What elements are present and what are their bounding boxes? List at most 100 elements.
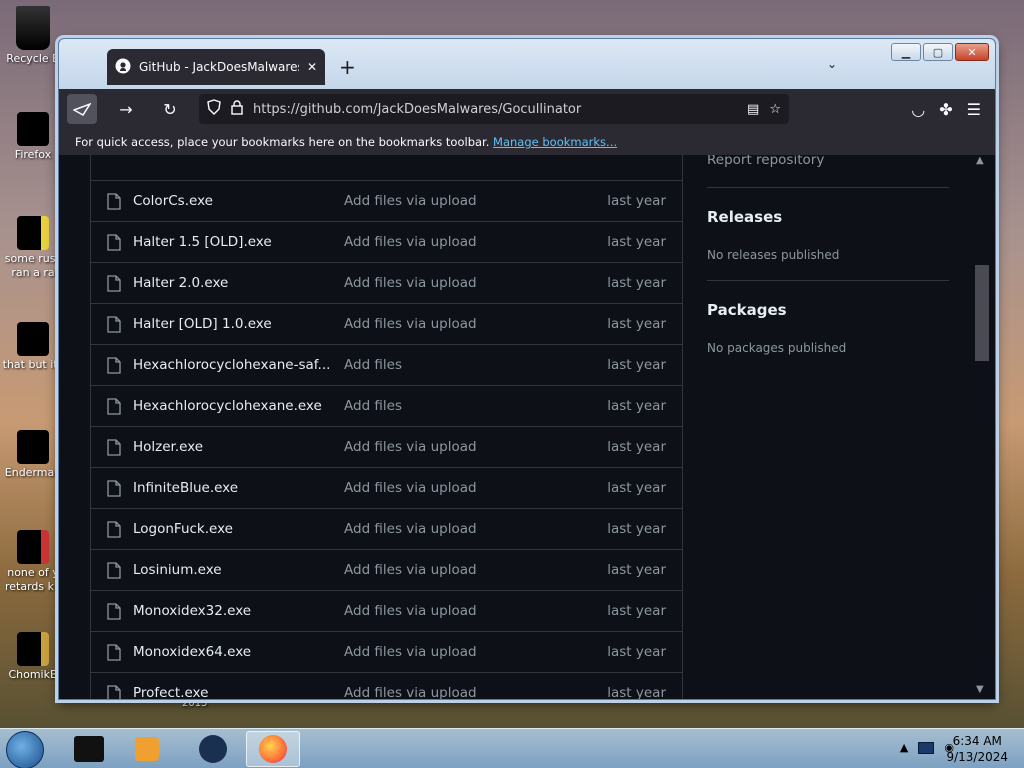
pocket-icon[interactable]: ◡: [911, 100, 925, 119]
start-button[interactable]: [6, 731, 44, 768]
taskbar-app-3[interactable]: [186, 731, 240, 767]
file-name-link[interactable]: Halter 2.0.exe: [133, 275, 344, 291]
table-row[interactable]: InfiniteBlue.exe Add files via upload last…: [91, 468, 682, 509]
bookmark-star-icon[interactable]: ☆: [769, 102, 781, 117]
commit-message-link[interactable]: Add files via upload: [344, 316, 607, 332]
url-text[interactable]: https://github.com/JackDoesMalwares/Gocu…: [253, 102, 737, 117]
packages-heading[interactable]: Packages: [707, 301, 949, 319]
file-name-link[interactable]: LogonFuck.exe: [133, 521, 344, 537]
file-icon: [107, 479, 121, 497]
commit-message-link[interactable]: Add files: [344, 398, 607, 414]
table-row[interactable]: LogonFuck.exe Add files via upload last ye…: [91, 509, 682, 550]
manage-bookmarks-link[interactable]: Manage bookmarks...: [493, 135, 617, 149]
commit-date: last year: [607, 644, 666, 660]
maximize-button[interactable]: ▢: [923, 43, 953, 61]
file-name-link[interactable]: Profect.exe: [133, 685, 344, 699]
table-row[interactable]: Holzer.exe Add files via upload last year: [91, 427, 682, 468]
desktop-icon-firefox[interactable]: Firefox: [0, 112, 66, 162]
firefox-icon: [259, 735, 287, 763]
file-name-link[interactable]: Monoxidex64.exe: [133, 644, 344, 660]
file-icon: [107, 684, 121, 699]
table-row[interactable]: ColorCs.exe Add files via upload last year: [91, 181, 682, 222]
file-name-link[interactable]: Holzer.exe: [133, 439, 344, 455]
file-name-link[interactable]: Halter [OLD] 1.0.exe: [133, 316, 344, 332]
desktop-icon-label: Recycle B: [6, 52, 60, 65]
github-icon: [115, 58, 131, 77]
clock[interactable]: 6:34 AM 9/13/2024: [946, 733, 1008, 765]
reload-button[interactable]: ↻: [155, 94, 185, 124]
report-repository-link[interactable]: Report repository: [707, 155, 949, 187]
table-row[interactable]: Halter 1.5 [OLD].exe Add files via upload…: [91, 222, 682, 263]
desktop-icon-label: that but its: [2, 358, 64, 371]
tab-github[interactable]: GitHub - JackDoesMalwares/Go ✕: [107, 49, 325, 85]
close-tab-icon[interactable]: ✕: [307, 60, 317, 74]
shield-icon[interactable]: [207, 99, 221, 119]
table-row[interactable]: Halter 2.0.exe Add files via upload last y…: [91, 263, 682, 304]
commit-message-link[interactable]: Add files via upload: [344, 603, 607, 619]
commit-date: last year: [607, 357, 666, 373]
extensions-icon[interactable]: ✤: [939, 100, 952, 119]
commit-message-link[interactable]: Add files via upload: [344, 644, 607, 660]
desktop-icon-file[interactable]: some russ ran a ra: [0, 216, 66, 280]
desktop-icon-label: Enderman: [4, 466, 62, 479]
desktop-icon-recycle-bin[interactable]: Recycle B: [0, 6, 66, 66]
table-row[interactable]: Losinium.exe Add files via upload last yea…: [91, 550, 682, 591]
reader-view-icon[interactable]: ▤: [747, 102, 759, 117]
file-name-link[interactable]: Hexachlorocyclohexane.exe: [133, 398, 344, 414]
desktop-icon-file[interactable]: that but its: [0, 322, 66, 372]
file-name-link[interactable]: ColorCs.exe: [133, 193, 344, 209]
file-name-link[interactable]: Halter 1.5 [OLD].exe: [133, 234, 344, 250]
forward-button[interactable]: →: [111, 94, 141, 124]
bookmarks-toolbar: For quick access, place your bookmarks h…: [59, 129, 995, 155]
releases-heading[interactable]: Releases: [707, 208, 949, 226]
table-row[interactable]: Monoxidex32.exe Add files via upload last …: [91, 591, 682, 632]
taskbar-firefox[interactable]: [246, 731, 300, 767]
title-bar: GitHub - JackDoesMalwares/Go ✕ + ⌄ ▁ ▢ ✕: [59, 39, 995, 89]
table-row[interactable]: Halter [OLD] 1.0.exe Add files via upload…: [91, 304, 682, 345]
file-name-link[interactable]: InfiniteBlue.exe: [133, 480, 344, 496]
network-icon[interactable]: [918, 741, 935, 754]
page-scrollbar[interactable]: ▲ ▼: [973, 155, 989, 699]
taskbar-app-1[interactable]: [62, 731, 116, 767]
table-row[interactable]: Profect.exe Add files via upload last year: [91, 673, 682, 699]
commit-date: last year: [607, 439, 666, 455]
back-button[interactable]: [67, 94, 97, 124]
table-row[interactable]: Hexachlorocyclohexane.exe Add files last y…: [91, 386, 682, 427]
commit-message-link[interactable]: Add files via upload: [344, 480, 607, 496]
table-row[interactable]: Hexachlorocyclohexane-saf... Add files las…: [91, 345, 682, 386]
divider: [707, 280, 949, 281]
commit-message-link[interactable]: Add files via upload: [344, 234, 607, 250]
commit-message-link[interactable]: Add files via upload: [344, 275, 607, 291]
close-window-button[interactable]: ✕: [955, 43, 989, 61]
file-name-link[interactable]: Hexachlorocyclohexane-saf...: [133, 357, 344, 373]
menu-icon[interactable]: ☰: [967, 100, 981, 119]
commit-date: last year: [607, 603, 666, 619]
commit-date: last year: [607, 562, 666, 578]
desktop-icon-file[interactable]: Enderman: [0, 430, 66, 480]
commit-message-link[interactable]: Add files via upload: [344, 685, 607, 699]
scroll-down-icon[interactable]: ▼: [976, 684, 984, 695]
commit-message-link[interactable]: Add files via upload: [344, 439, 607, 455]
browser-window: GitHub - JackDoesMalwares/Go ✕ + ⌄ ▁ ▢ ✕…: [58, 38, 996, 700]
new-tab-button[interactable]: +: [339, 55, 356, 79]
show-hidden-icons[interactable]: ▲: [900, 741, 908, 754]
commit-message-link[interactable]: Add files: [344, 357, 607, 373]
url-bar[interactable]: https://github.com/JackDoesMalwares/Gocu…: [199, 94, 789, 124]
commit-message-link[interactable]: Add files via upload: [344, 193, 607, 209]
commit-message-link[interactable]: Add files via upload: [344, 521, 607, 537]
desktop-icon-file[interactable]: ChomikB: [0, 632, 66, 682]
desktop-icon-file[interactable]: none of y retards kn: [0, 530, 66, 594]
lock-icon[interactable]: [231, 99, 243, 119]
scroll-up-icon[interactable]: ▲: [976, 155, 984, 166]
file-name-link[interactable]: Losinium.exe: [133, 562, 344, 578]
commit-message-link[interactable]: Add files via upload: [344, 562, 607, 578]
list-tabs-icon[interactable]: ⌄: [827, 57, 837, 71]
taskbar-media-player[interactable]: [120, 731, 174, 767]
table-row[interactable]: Monoxidex64.exe Add files via upload last …: [91, 632, 682, 673]
file-name-link[interactable]: Monoxidex32.exe: [133, 603, 344, 619]
minimize-button[interactable]: ▁: [891, 43, 921, 61]
media-player-icon: [135, 737, 159, 761]
app-icon: [74, 736, 104, 762]
commit-date: last year: [607, 316, 666, 332]
scroll-thumb[interactable]: [975, 265, 989, 361]
